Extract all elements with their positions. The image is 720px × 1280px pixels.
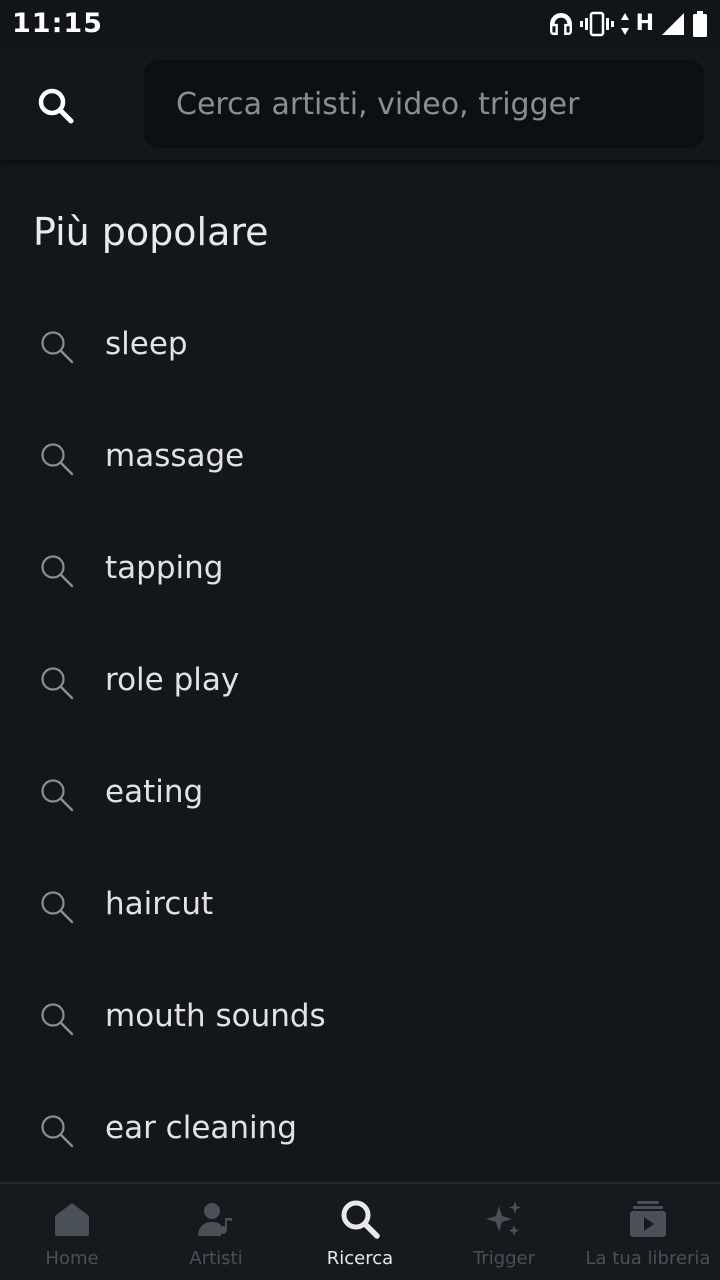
list-item[interactable]: mouth sounds [0,962,720,1074]
nav-label: Ricerca [326,1248,394,1269]
search-icon [40,1002,74,1036]
nav-label: Trigger [472,1248,536,1269]
signal-icon [660,11,686,37]
search-icon [339,1198,381,1240]
list-item[interactable]: haircut [0,850,720,962]
popular-list: sleep massage tapping role play eating h… [0,290,720,1186]
search-icon [40,890,74,924]
list-item-label: haircut [105,886,214,922]
list-item[interactable]: sleep [0,290,720,402]
nav-item-library[interactable]: La tua libreria [576,1184,720,1280]
list-item[interactable]: role play [0,626,720,738]
headphones-icon [548,11,574,37]
sparkle-icon [483,1198,525,1240]
search-input[interactable] [144,60,704,148]
search-icon [40,554,74,588]
status-icons: H [548,10,708,38]
network-type: H [635,11,654,36]
home-icon [51,1198,93,1240]
section-title-popular: Più popolare [33,210,269,254]
search-icon[interactable] [36,86,76,126]
list-item[interactable]: ear cleaning [0,1074,720,1186]
list-item-label: tapping [105,550,224,586]
nav-item-artists[interactable]: Artisti [144,1184,288,1280]
status-bar: 11:15 H [0,0,720,48]
battery-icon [692,11,708,37]
search-icon [40,330,74,364]
app-root: 11:15 H Più popolare [0,0,720,1280]
search-icon [40,778,74,812]
library-icon [627,1198,669,1240]
data-arrows-icon [620,12,630,36]
list-item-label: ear cleaning [105,1110,297,1146]
bottom-nav: Home Artisti Ricerca Trigger La tua libr… [0,1182,720,1280]
nav-item-trigger[interactable]: Trigger [432,1184,576,1280]
list-item-label: massage [105,438,245,474]
status-time: 11:15 [12,8,103,39]
list-item-label: sleep [105,326,188,362]
list-item[interactable]: massage [0,402,720,514]
search-icon [40,1114,74,1148]
list-item[interactable]: tapping [0,514,720,626]
nav-label: Artisti [189,1248,243,1269]
artist-icon [195,1198,237,1240]
list-item-label: role play [105,662,240,698]
nav-item-search[interactable]: Ricerca [288,1184,432,1280]
nav-item-home[interactable]: Home [0,1184,144,1280]
list-item-label: eating [105,774,204,810]
vibrate-icon [579,11,614,37]
search-icon [40,666,74,700]
nav-label: La tua libreria [585,1248,711,1269]
nav-label: Home [45,1248,99,1269]
list-item[interactable]: eating [0,738,720,850]
search-header [0,48,720,160]
search-icon [40,442,74,476]
list-item-label: mouth sounds [105,998,326,1034]
